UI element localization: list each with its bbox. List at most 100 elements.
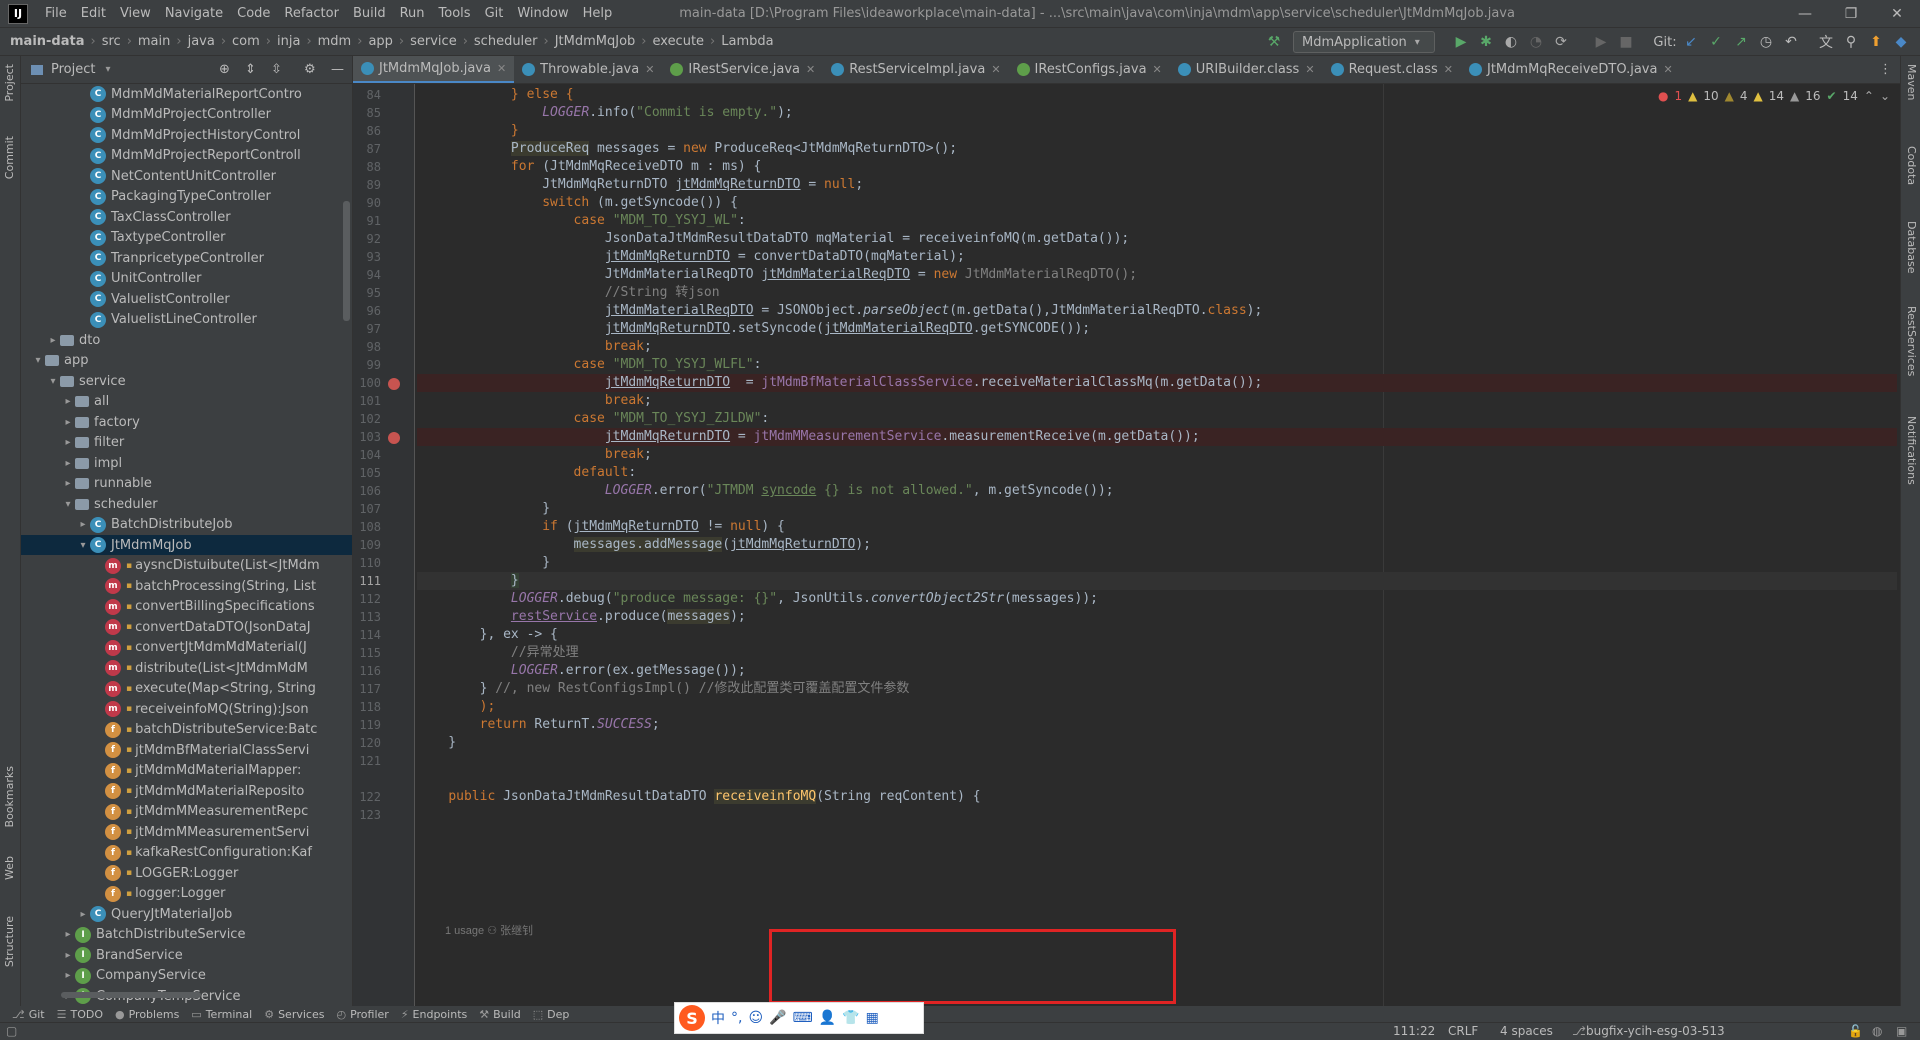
tree-item[interactable]: ▸ filter xyxy=(21,433,352,453)
chevron-right-icon[interactable]: ▸ xyxy=(61,970,75,981)
tree-item[interactable]: C NetContentUnitController xyxy=(21,166,352,186)
run-config-select[interactable]: MdmApplication ▾ xyxy=(1293,31,1435,53)
code-line[interactable]: break; xyxy=(417,392,1897,410)
line-number[interactable]: 110 xyxy=(353,556,381,570)
breadcrumb-item[interactable]: app xyxy=(368,34,392,49)
skin-icon[interactable]: 👕 xyxy=(842,1010,859,1026)
tree-item[interactable]: f ▪ jtMdmBfMaterialClassServi xyxy=(21,740,352,760)
chevron-down-icon[interactable]: ⌄ xyxy=(1880,89,1890,103)
line-number[interactable]: 102 xyxy=(353,412,381,426)
menu-window[interactable]: Window xyxy=(510,6,575,21)
line-number[interactable]: 94 xyxy=(353,268,381,282)
sogou-logo-icon[interactable]: S xyxy=(679,1005,705,1031)
line-separator[interactable]: CRLF xyxy=(1448,1024,1478,1038)
tree-item[interactable]: ▸ dto xyxy=(21,330,352,350)
line-number[interactable]: 118 xyxy=(353,700,381,714)
breadcrumb-item[interactable]: Lambda xyxy=(721,34,773,49)
breadcrumb-item[interactable]: mdm xyxy=(318,34,352,49)
code-line[interactable]: switch (m.getSyncode()) { xyxy=(417,194,1897,212)
tree-item[interactable]: ▾ scheduler xyxy=(21,494,352,514)
project-scrollbar[interactable] xyxy=(343,201,350,321)
code-line[interactable]: return ReturnT.SUCCESS; xyxy=(417,716,1897,734)
code-line[interactable] xyxy=(417,752,1897,770)
line-number[interactable]: 95 xyxy=(353,286,381,300)
code-line[interactable]: jtMdmMqReturnDTO = jtMdmBfMaterialClassS… xyxy=(417,374,1897,392)
translate-icon[interactable]: 文 xyxy=(1817,33,1835,51)
editor-tab[interactable]: RestServiceImpl.java ✕ xyxy=(823,56,1008,83)
code-line[interactable]: for (JtMdmMqReceiveDTO m : ms) { xyxy=(417,158,1897,176)
editor-tab[interactable]: JtMdmMqReceiveDTO.java ✕ xyxy=(1461,56,1681,83)
breadcrumb-item[interactable]: com xyxy=(232,34,260,49)
hide-panel-icon[interactable]: — xyxy=(331,62,344,77)
breadcrumb-item[interactable]: java xyxy=(188,34,215,49)
line-number[interactable]: 107 xyxy=(353,502,381,516)
code-line[interactable]: } xyxy=(417,554,1897,572)
close-tab-icon[interactable]: ✕ xyxy=(1663,63,1672,76)
tool-tab-maven[interactable]: Maven xyxy=(1905,64,1918,100)
code-line[interactable]: jtMdmMqReturnDTO = convertDataDTO(mqMate… xyxy=(417,248,1897,266)
tool-window-git[interactable]: ⎇ Git xyxy=(12,1008,45,1021)
usage-hint[interactable]: 1 usage ⚇ 张继钊 xyxy=(445,922,533,938)
code-line[interactable]: } xyxy=(417,572,1897,590)
code-line[interactable]: }, ex -> { xyxy=(417,626,1897,644)
breakpoint-icon[interactable] xyxy=(388,432,400,444)
event-log-icon[interactable]: ◍ xyxy=(1872,1024,1882,1038)
tree-item[interactable]: m ▪ distribute(List<JtMdmMdM xyxy=(21,658,352,678)
line-number[interactable]: 92 xyxy=(353,232,381,246)
code-line[interactable]: restService.produce(messages); xyxy=(417,608,1897,626)
code-line[interactable]: case "MDM_TO_YSYJ_WL": xyxy=(417,212,1897,230)
tool-window-dep[interactable]: ⬚ Dep xyxy=(533,1008,570,1021)
breadcrumb-item[interactable]: inja xyxy=(277,34,300,49)
minimize-icon[interactable]: — xyxy=(1782,0,1828,28)
line-number[interactable]: 111 xyxy=(353,574,381,588)
tool-tab-notifications[interactable]: Notifications xyxy=(1905,416,1918,485)
tool-tab-web[interactable]: Web xyxy=(3,856,16,880)
chevron-right-icon[interactable]: ▸ xyxy=(61,950,75,961)
code-line[interactable]: //异常处理 xyxy=(417,644,1897,662)
run-icon[interactable]: ▶ xyxy=(1452,33,1470,51)
code-line[interactable]: LOGGER.error("JTMDM syncode {} is not al… xyxy=(417,482,1897,500)
gear-icon[interactable]: ⚙ xyxy=(304,62,316,77)
line-number[interactable]: 100 xyxy=(353,376,381,390)
editor-tab[interactable]: JtMdmMqJob.java ✕ xyxy=(353,56,515,83)
code-line[interactable]: } xyxy=(417,734,1897,752)
line-number[interactable]: 120 xyxy=(353,736,381,750)
tree-item[interactable]: C PackagingTypeController xyxy=(21,187,352,207)
menu-run[interactable]: Run xyxy=(393,6,432,21)
line-number[interactable]: 91 xyxy=(353,214,381,228)
line-number[interactable]: 87 xyxy=(353,142,381,156)
tool-tab-database[interactable]: Database xyxy=(1905,221,1918,274)
tree-item[interactable]: m ▪ batchProcessing(String, List xyxy=(21,576,352,596)
tree-item[interactable]: f ▪ jtMdmMdMaterialMapper: xyxy=(21,761,352,781)
menu-tools[interactable]: Tools xyxy=(432,6,478,21)
tree-item[interactable]: ▸ I CompanyService xyxy=(21,966,352,986)
line-number[interactable]: 84 xyxy=(353,88,381,102)
tree-item[interactable]: C TranpricetypeController xyxy=(21,248,352,268)
tree-item[interactable]: ▸ factory xyxy=(21,412,352,432)
code-line[interactable]: public JsonDataJtMdmResultDataDTO receiv… xyxy=(417,788,1897,806)
breadcrumb-item[interactable]: scheduler xyxy=(474,34,538,49)
tree-item[interactable]: ▸ I BrandService xyxy=(21,945,352,965)
line-number[interactable]: 117 xyxy=(353,682,381,696)
code-line[interactable]: jtMdmMaterialReqDTO = JSONObject.parseOb… xyxy=(417,302,1897,320)
line-number[interactable]: 106 xyxy=(353,484,381,498)
menu-build[interactable]: Build xyxy=(346,6,393,21)
tree-item[interactable]: f ▪ jtMdmMdMaterialReposito xyxy=(21,781,352,801)
tool-tab-codota[interactable]: Codota xyxy=(1905,146,1918,185)
editor-tab[interactable]: IRestService.java ✕ xyxy=(662,56,823,83)
line-number[interactable]: 105 xyxy=(353,466,381,480)
chevron-up-icon[interactable]: ⌃ xyxy=(1864,89,1874,103)
tree-item[interactable]: C UnitController xyxy=(21,269,352,289)
line-number[interactable]: 109 xyxy=(353,538,381,552)
tree-item[interactable]: ▸ runnable xyxy=(21,474,352,494)
breadcrumb-item[interactable]: execute xyxy=(653,34,705,49)
menu-edit[interactable]: Edit xyxy=(74,6,113,21)
tree-item[interactable]: f ▪ kafkaRestConfiguration:Kaf xyxy=(21,843,352,863)
chevron-right-icon[interactable]: ▸ xyxy=(61,417,75,428)
breadcrumb-item[interactable]: main-data xyxy=(10,34,85,49)
chevron-right-icon[interactable]: ▸ xyxy=(46,335,60,346)
ime-mode[interactable]: 中 xyxy=(711,1008,725,1028)
code-line[interactable]: } xyxy=(417,122,1897,140)
close-tab-icon[interactable]: ✕ xyxy=(806,63,815,76)
line-number[interactable]: 98 xyxy=(353,340,381,354)
